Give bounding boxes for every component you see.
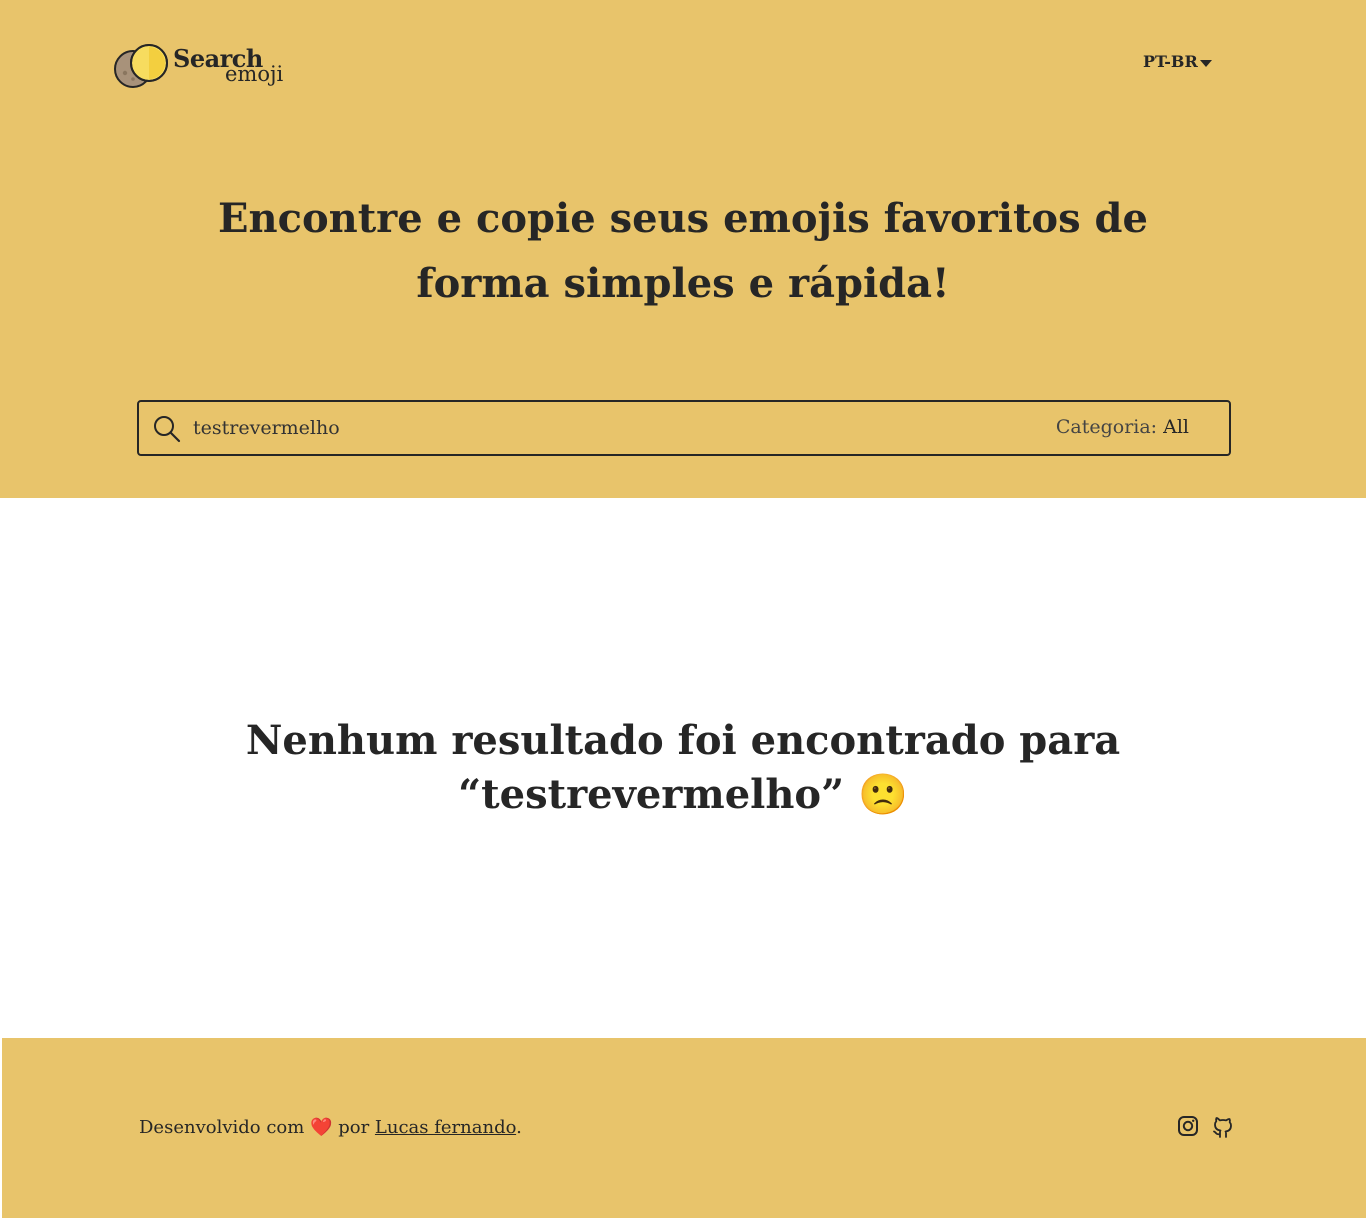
github-icon[interactable] (1211, 1115, 1235, 1139)
author-link[interactable]: Lucas fernando (375, 1117, 516, 1138)
chevron-down-icon (1199, 59, 1212, 67)
footer-text-suffix: . (516, 1117, 522, 1138)
search-bar: Categoria: All (137, 400, 1231, 456)
category-selector[interactable]: Categoria: All (1056, 416, 1189, 438)
footer-credits: Desenvolvido com ❤️ por Lucas fernando. (139, 1117, 522, 1138)
heart-icon: ❤️ (310, 1117, 333, 1138)
hero-title: Encontre e copie seus emojis favoritos d… (218, 195, 1148, 307)
footer-text-prefix: Desenvolvido com (139, 1117, 305, 1138)
footer: Desenvolvido com ❤️ por Lucas fernando. (2, 1038, 1366, 1218)
header: Search emoji PT-BR Encontre e copie seus… (0, 0, 1366, 498)
search-input[interactable] (193, 402, 1013, 454)
logo-word-emoji: emoji (225, 62, 284, 86)
category-label: Categoria: (1055, 416, 1158, 438)
language-label: PT-BR (1143, 52, 1198, 71)
no-results-message: Nenhum resultado foi encontrado para “te… (245, 717, 1121, 818)
category-value: All (1163, 416, 1189, 438)
footer-text-middle: por (338, 1117, 370, 1138)
search-icon (154, 416, 181, 443)
instagram-icon[interactable] (1177, 1115, 1199, 1137)
logo[interactable]: Search emoji (113, 43, 313, 93)
language-selector[interactable]: PT-BR (1143, 52, 1212, 71)
logo-moon-icon (114, 44, 168, 88)
